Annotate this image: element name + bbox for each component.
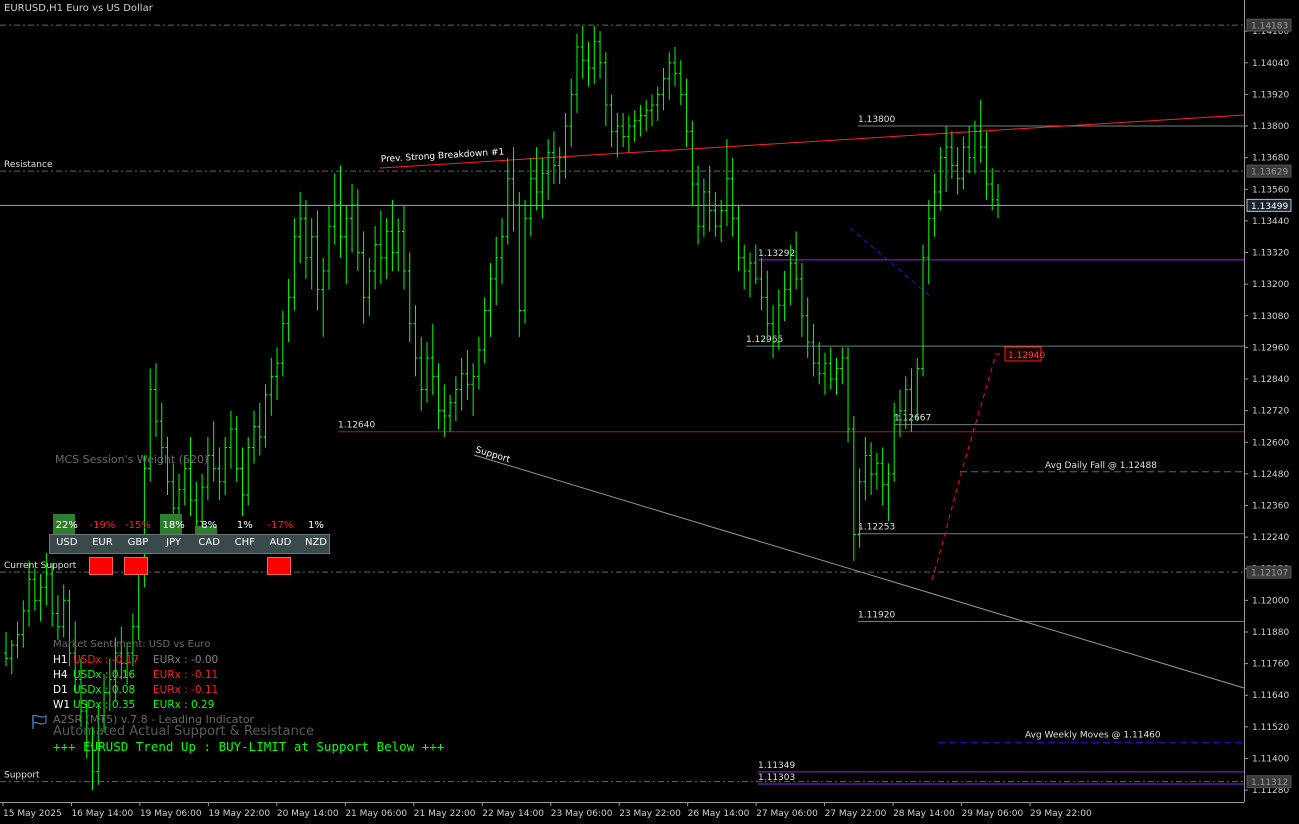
price-tick-label: 1.13800 [1252, 122, 1289, 132]
target-box-label: 1.12940 [1008, 351, 1045, 361]
currency-weight: 1% [236, 520, 253, 531]
flag-icon [32, 714, 47, 729]
price-tick-label: 1.12360 [1252, 502, 1289, 512]
price-tick-label: 1.11400 [1252, 754, 1289, 764]
price-tick-label: 1.12960 [1252, 343, 1289, 353]
current-support-label: Current Support [4, 561, 77, 571]
currency-code: JPY [166, 537, 182, 548]
currency-weight: 22% [55, 520, 78, 531]
price-box-label: 1.11312 [1251, 778, 1288, 788]
currency-code: CAD [198, 537, 220, 548]
price-box-label: 1.14183 [1251, 22, 1288, 32]
time-tick-label: 21 May 06:00 [345, 809, 407, 819]
weakness-box [266, 557, 291, 575]
sentiment-tf: D1 [53, 684, 68, 696]
price-tick-label: 1.11520 [1252, 723, 1289, 733]
price-tick-label: 1.13440 [1252, 217, 1289, 227]
currency-code: EUR [92, 537, 113, 548]
weakness-box [88, 557, 113, 575]
price-box-label: 1.13499 [1251, 202, 1288, 212]
level-label: 1.11920 [858, 610, 895, 620]
resistance-label: Resistance [4, 160, 53, 170]
time-tick-label: 20 May 14:00 [277, 809, 339, 819]
price-tick-label: 1.13560 [1252, 185, 1289, 195]
sentiment-usd: USDx : 0.35 [73, 699, 136, 711]
sentiment-usd: USDx : 0.16 [73, 669, 136, 681]
sentiment-eur: EURx : -0.11 [153, 669, 219, 681]
price-tick-label: 1.12480 [1252, 470, 1289, 480]
sentiment-eur: EURx : -0.00 [153, 654, 219, 666]
avg-daily-fall-label: Avg Daily Fall @ 1.12488 [1045, 461, 1157, 471]
currency-code: AUD [269, 537, 292, 548]
price-tick-label: 1.12000 [1252, 596, 1289, 606]
price-tick-label: 1.11880 [1252, 628, 1289, 638]
sentiment-usd: USDx : -0.17 [73, 654, 140, 666]
currency-weight: 18% [162, 520, 185, 531]
time-tick-label: 27 May 22:00 [825, 809, 887, 819]
time-tick-label: 19 May 22:00 [208, 809, 270, 819]
sentiment-usd: USDx : 0.08 [73, 684, 136, 696]
currency-code: CHF [234, 537, 255, 548]
avg-weekly-moves-label: Avg Weekly Moves @ 1.11460 [1025, 731, 1161, 741]
time-tick-label: 16 May 14:00 [71, 809, 133, 819]
currency-weight: -15% [125, 520, 151, 531]
price-tick-label: 1.12600 [1252, 438, 1289, 448]
time-tick-label: 23 May 22:00 [619, 809, 681, 819]
price-tick-label: 1.13680 [1252, 154, 1289, 164]
price-tick-label: 1.12840 [1252, 375, 1289, 385]
level-label: 1.11349 [758, 761, 795, 771]
price-tick-label: 1.11640 [1252, 691, 1289, 701]
sentiment-tf: H1 [53, 654, 68, 666]
level-label: 1.12253 [858, 523, 895, 533]
level-label: 1.11303 [758, 773, 795, 783]
level-label: 1.13292 [758, 249, 795, 259]
price-tick-label: 1.14040 [1252, 59, 1289, 69]
level-label: 1.12965 [746, 335, 783, 345]
time-tick-label: 29 May 22:00 [1030, 809, 1092, 819]
currency-code: NZD [304, 537, 327, 548]
time-tick-label: 15 May 2025 [3, 809, 62, 819]
time-tick-label: 28 May 14:00 [893, 809, 955, 819]
chart-title: EURUSD,H1 Euro vs US Dollar [4, 3, 153, 14]
price-tick-label: 1.13920 [1252, 90, 1289, 100]
price-tick-label: 1.11760 [1252, 660, 1289, 670]
session-weight-title: MCS Session's Weight (S20) : [55, 453, 216, 466]
currency-weight: -19% [89, 520, 116, 531]
sentiment-eur: EURx : 0.29 [153, 699, 215, 711]
trade-signal: +++ EURUSD Trend Up : BUY-LIMIT at Suppo… [53, 739, 445, 754]
level-label: 1.13800 [858, 115, 895, 125]
time-tick-label: 26 May 14:00 [688, 809, 750, 819]
sentiment-title: Market Sentiment: USD vs Euro [53, 639, 211, 650]
price-tick-label: 1.12240 [1252, 533, 1289, 543]
currency-code: USD [56, 537, 78, 548]
time-tick-label: 21 May 22:00 [414, 809, 476, 819]
currency-weight: 1% [308, 520, 324, 531]
price-box-label: 1.13629 [1251, 168, 1288, 178]
price-box-label: 1.12107 [1251, 569, 1288, 579]
sentiment-tf: W1 [53, 699, 71, 711]
support-label: Support [4, 771, 40, 781]
price-tick-label: 1.13320 [1252, 249, 1289, 259]
time-tick-label: 19 May 06:00 [140, 809, 202, 819]
price-tick-label: 1.13200 [1252, 280, 1289, 290]
currency-code: GBP [127, 537, 149, 548]
level-label: 1.12640 [338, 421, 375, 431]
weakness-box [124, 557, 149, 575]
sentiment-tf: H4 [53, 669, 68, 681]
time-tick-label: 29 May 06:00 [962, 809, 1024, 819]
indicator-subtitle: Automated Actual Support & Resistance [53, 724, 314, 739]
currency-weight: 8% [201, 520, 218, 531]
sentiment-eur: EURx : -0.11 [153, 684, 219, 696]
currency-weight: -17% [267, 520, 294, 531]
price-tick-label: 1.12720 [1252, 407, 1289, 417]
time-tick-label: 22 May 14:00 [482, 809, 544, 819]
time-tick-label: 27 May 06:00 [756, 809, 818, 819]
price-tick-label: 1.13080 [1252, 312, 1289, 322]
time-tick-label: 23 May 06:00 [551, 809, 613, 819]
